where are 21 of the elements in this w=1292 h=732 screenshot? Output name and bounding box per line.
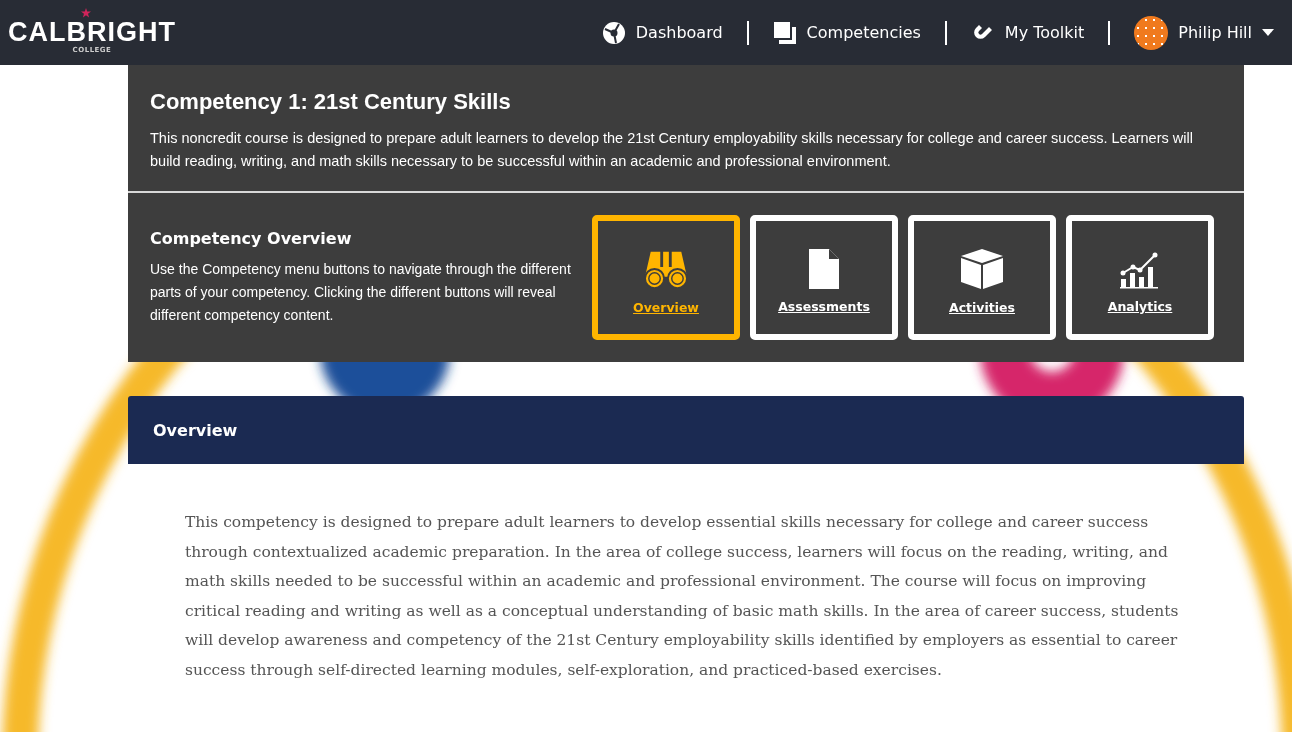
menu-tile[interactable]: Overview	[592, 215, 740, 340]
user-menu[interactable]: Philip Hill	[1134, 15, 1274, 50]
competency-title: Competency 1: 21st Century Skills	[150, 89, 512, 115]
section-title: Overview	[153, 420, 238, 440]
menu-tile[interactable]: Assessments	[750, 215, 898, 340]
menu-tile[interactable]: Analytics	[1066, 215, 1214, 340]
overview-instructions: Use the Competency menu buttons to navigate through the different parts of your competency. Clicking the different buttons will reveal different competency content.	[150, 259, 572, 325]
nav-link[interactable]: Competencies	[772, 20, 921, 45]
avatar-icon	[1134, 15, 1169, 50]
dashboard-icon	[601, 20, 626, 45]
star-icon	[81, 7, 91, 18]
caret-icon	[1262, 28, 1274, 37]
overview-heading: Competency Overview	[150, 228, 353, 248]
section-body: This competency is designed to prepare adult learners to develop essential skills necessary for college and career success through contextualized academic preparation. In the area of college success, learners will focus on the reading, writing, and math skills needed to be successful within an academic and professional environment. The course will focus on improving critical reading and writing as well as a conceptual understanding of basic math skills. In the area of career success, students will develop awareness and competency of the 21st Century employability skills identified by employers as essential to career success through self-directed learning modules, self-exploration, and practiced-based exercises.	[185, 512, 1180, 681]
cube-icon	[960, 248, 1004, 290]
stacked-squares-icon	[772, 20, 797, 45]
menu-tile[interactable]: Activities	[908, 215, 1056, 340]
document-icon	[809, 249, 839, 289]
nav-link[interactable]: My Toolkit	[970, 20, 1085, 45]
competency-description: This noncredit course is designed to prepare adult learners to develop the 21st Century employability skills necessary for college and career success. Learners will build reading, writing, and math skills necessary to be successful within an academic and professional environment.	[150, 129, 1194, 171]
nav-link[interactable]: Dashboard	[601, 20, 723, 45]
